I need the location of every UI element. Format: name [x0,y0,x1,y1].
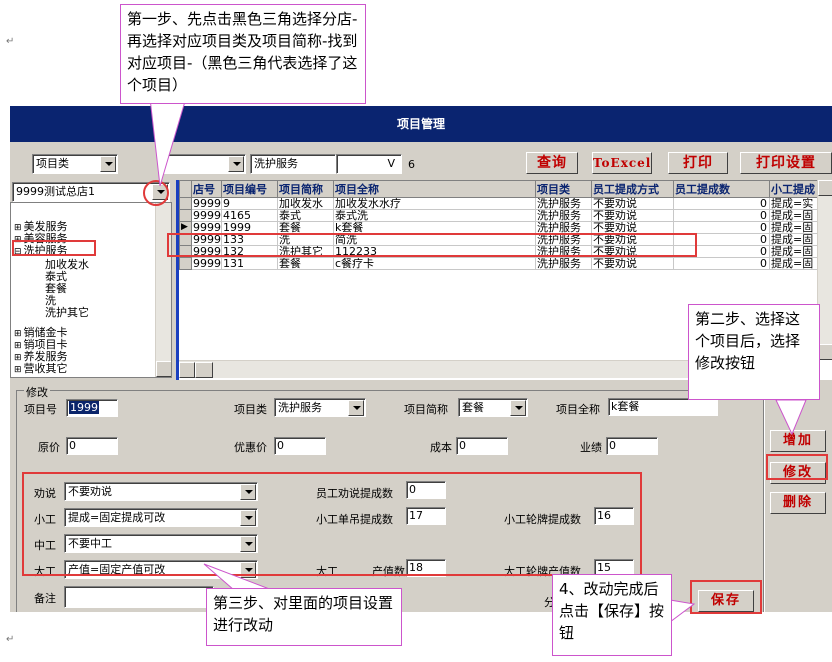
step4-callout-tail [669,599,696,623]
step1-callout-tail [149,97,187,187]
step3-callout-tail [203,563,273,591]
step2-callout-tail [775,399,807,436]
step1-callout: 第一步、先点击黑色三角选择分店-再选择对应项目类及项目简称-找到对应项目-（黑色… [120,4,366,104]
step4-callout: 4、改动完成后点击【保存】按钮 [552,574,672,656]
step2-callout: 第二步、选择这个项目后，选择修改按钮 [688,304,820,400]
step3-callout: 第三步、对里面的项目设置进行改动 [206,588,402,646]
